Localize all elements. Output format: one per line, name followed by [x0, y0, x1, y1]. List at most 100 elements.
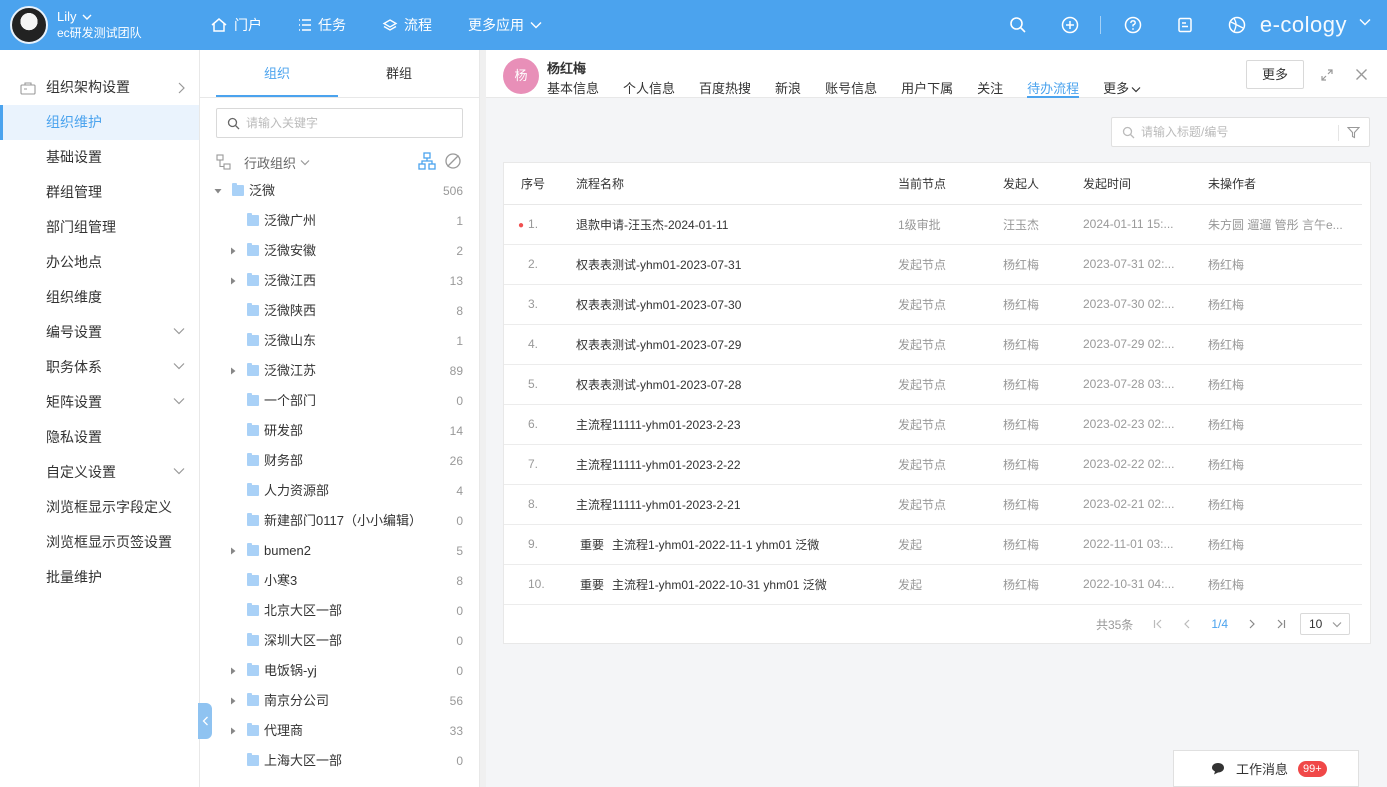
tree-node[interactable]: 泛微广州 1	[200, 206, 479, 236]
table-row[interactable]: 9. 重要 主流程1-yhm01-2022-11-1 yhm01 泛微 发起 杨红梅 20…	[504, 524, 1362, 565]
profile-tab[interactable]: 个人信息	[623, 78, 675, 98]
tree-node[interactable]: 财务部 26	[200, 446, 479, 476]
globe-button[interactable]	[1227, 15, 1247, 35]
menu-item[interactable]: 部门组管理	[0, 210, 199, 245]
menu-item[interactable]: 群组管理	[0, 175, 199, 210]
tree-node[interactable]: 深圳大区一部 0	[200, 626, 479, 656]
tab-organization[interactable]: 组织	[216, 50, 338, 97]
more-button[interactable]: 更多	[1246, 60, 1304, 89]
menu-item[interactable]: 基础设置	[0, 140, 199, 175]
tree-node[interactable]: 泛微山东 1	[200, 326, 479, 356]
tree-node[interactable]: 小寒3 8	[200, 566, 479, 596]
cell-flow-name[interactable]: 退款申请-汪玉杰-2024-01-11	[576, 204, 898, 245]
tree-node[interactable]: 泛微陕西 8	[200, 296, 479, 326]
tree-node[interactable]: 泛微江西 13	[200, 266, 479, 296]
flow-name-link[interactable]: 权表表测试-yhm01-2023-07-30	[576, 298, 741, 312]
caret-right-icon[interactable]	[229, 367, 237, 375]
flow-name-link[interactable]: 主流程1-yhm01-2022-10-31 yhm01 泛微	[612, 578, 827, 592]
expand-icon[interactable]	[1320, 68, 1334, 82]
profile-tab[interactable]: 基本信息	[547, 78, 599, 98]
close-icon[interactable]	[1355, 68, 1368, 81]
tree-node[interactable]: 电饭锅-yj 0	[200, 656, 479, 686]
search-button[interactable]	[1008, 15, 1028, 35]
menu-item[interactable]: 编号设置	[0, 315, 199, 350]
tree-root-node[interactable]: 泛微 506	[200, 176, 479, 206]
table-row[interactable]: 7. 主流程11111-yhm01-2023-2-22 发起节点 杨红梅 2023-02…	[504, 444, 1362, 485]
flow-name-link[interactable]: 主流程11111-yhm01-2023-2-22	[576, 458, 741, 472]
menu-item[interactable]: 隐私设置	[0, 420, 199, 455]
col-header-creator[interactable]: 发起人	[1003, 163, 1083, 205]
table-row[interactable]: ● 1. 退款申请-汪玉杰-2024-01-11 1级审批 汪玉杰 2024-01-11 …	[504, 204, 1362, 245]
table-row[interactable]: 5. 权表表测试-yhm01-2023-07-28 发起节点 杨红梅 2023-07-2…	[504, 364, 1362, 405]
cell-flow-name[interactable]: 权表表测试-yhm01-2023-07-28	[576, 364, 898, 405]
cell-flow-name[interactable]: 权表表测试-yhm01-2023-07-30	[576, 284, 898, 325]
tree-node[interactable]: 代理商 33	[200, 716, 479, 746]
col-header-time[interactable]: 发起时间	[1083, 163, 1208, 205]
filter-icon[interactable]	[1347, 126, 1360, 139]
user-block[interactable]: Lily ec研发测试团队	[57, 8, 142, 42]
table-row[interactable]: 10. 重要 主流程1-yhm01-2022-10-31 yhm01 泛微 发起 杨红梅…	[504, 564, 1362, 605]
menu-item[interactable]: 自定义设置	[0, 455, 199, 490]
org-type-selector[interactable]: 行政组织	[216, 150, 464, 174]
menu-item[interactable]: 组织维护	[0, 105, 199, 140]
tree-search-input[interactable]	[246, 116, 446, 130]
nav-portal[interactable]: 门户	[210, 15, 262, 35]
flow-search-input[interactable]	[1141, 125, 1331, 139]
tree-node[interactable]: 一个部门 0	[200, 386, 479, 416]
flow-name-link[interactable]: 退款申请-汪玉杰-2024-01-11	[576, 218, 729, 232]
menu-item[interactable]: 办公地点	[0, 245, 199, 280]
table-row[interactable]: 8. 主流程11111-yhm01-2023-2-21 发起节点 杨红梅 2023-02…	[504, 484, 1362, 525]
tree-node[interactable]: 北京大区一部 0	[200, 596, 479, 626]
cell-flow-name[interactable]: 主流程11111-yhm01-2023-2-22	[576, 444, 898, 485]
work-message-button[interactable]: 工作消息 99+	[1173, 750, 1359, 787]
cell-flow-name[interactable]: 权表表测试-yhm01-2023-07-29	[576, 324, 898, 365]
user-avatar[interactable]	[10, 6, 48, 44]
menu-item[interactable]: 批量维护	[0, 560, 199, 595]
flow-name-link[interactable]: 主流程1-yhm01-2022-11-1 yhm01 泛微	[612, 538, 819, 552]
notes-button[interactable]	[1175, 15, 1195, 35]
nav-workflow[interactable]: 流程	[382, 15, 432, 35]
cell-flow-name[interactable]: 主流程11111-yhm01-2023-2-23	[576, 404, 898, 445]
tree-node[interactable]: 上海大区一部 0	[200, 746, 479, 776]
menu-item[interactable]: 浏览框显示页签设置	[0, 525, 199, 560]
menu-item[interactable]: 组织维度	[0, 280, 199, 315]
last-page-button[interactable]	[1276, 619, 1286, 629]
nav-task[interactable]: 任务	[298, 15, 346, 35]
collapse-panel-handle[interactable]	[198, 703, 212, 739]
table-row[interactable]: 6. 主流程11111-yhm01-2023-2-23 发起节点 杨红梅 2023-02…	[504, 404, 1362, 445]
menu-item[interactable]: 浏览框显示字段定义	[0, 490, 199, 525]
profile-tab[interactable]: 新浪	[775, 78, 801, 98]
profile-tab[interactable]: 百度热搜	[699, 78, 751, 98]
tree-node[interactable]: 新建部门0117（小小编辑） 0	[200, 506, 479, 536]
caret-right-icon[interactable]	[229, 247, 237, 255]
cell-flow-name[interactable]: 主流程11111-yhm01-2023-2-21	[576, 484, 898, 525]
help-button[interactable]	[1123, 15, 1143, 35]
first-page-button[interactable]	[1153, 619, 1163, 629]
cell-flow-name[interactable]: 重要 主流程1-yhm01-2022-11-1 yhm01 泛微	[576, 524, 898, 565]
caret-right-icon[interactable]	[229, 547, 237, 555]
hierarchy-icon[interactable]	[418, 152, 436, 170]
page-size-select[interactable]: 10	[1300, 613, 1350, 635]
table-row[interactable]: 3. 权表表测试-yhm01-2023-07-30 发起节点 杨红梅 2023-07-3…	[504, 284, 1362, 325]
col-header-name[interactable]: 流程名称	[576, 163, 898, 205]
tab-group[interactable]: 群组	[338, 50, 460, 97]
tree-node[interactable]: bumen2 5	[200, 536, 479, 566]
profile-tab[interactable]: 更多	[1103, 78, 1141, 98]
col-header-pending[interactable]: 未操作者	[1208, 163, 1362, 205]
table-row[interactable]: 2. 权表表测试-yhm01-2023-07-31 发起节点 杨红梅 2023-07-3…	[504, 244, 1362, 285]
caret-right-icon[interactable]	[229, 667, 237, 675]
profile-tab[interactable]: 账号信息	[825, 78, 877, 98]
tree-node[interactable]: 研发部 14	[200, 416, 479, 446]
table-row[interactable]: 4. 权表表测试-yhm01-2023-07-29 发起节点 杨红梅 2023-07-2…	[504, 324, 1362, 365]
prev-page-button[interactable]	[1183, 619, 1191, 629]
caret-right-icon[interactable]	[229, 727, 237, 735]
menu-item[interactable]: 职务体系	[0, 350, 199, 385]
chevron-down-icon[interactable]	[1359, 18, 1371, 26]
tree-node[interactable]: 南京分公司 56	[200, 686, 479, 716]
tree-node[interactable]: 泛微江苏 89	[200, 356, 479, 386]
add-button[interactable]	[1060, 15, 1080, 35]
nav-more-apps[interactable]: 更多应用	[468, 15, 542, 35]
profile-tab[interactable]: 用户下属	[901, 78, 953, 98]
caret-down-icon[interactable]	[214, 187, 222, 195]
profile-tab[interactable]: 待办流程	[1027, 78, 1080, 98]
